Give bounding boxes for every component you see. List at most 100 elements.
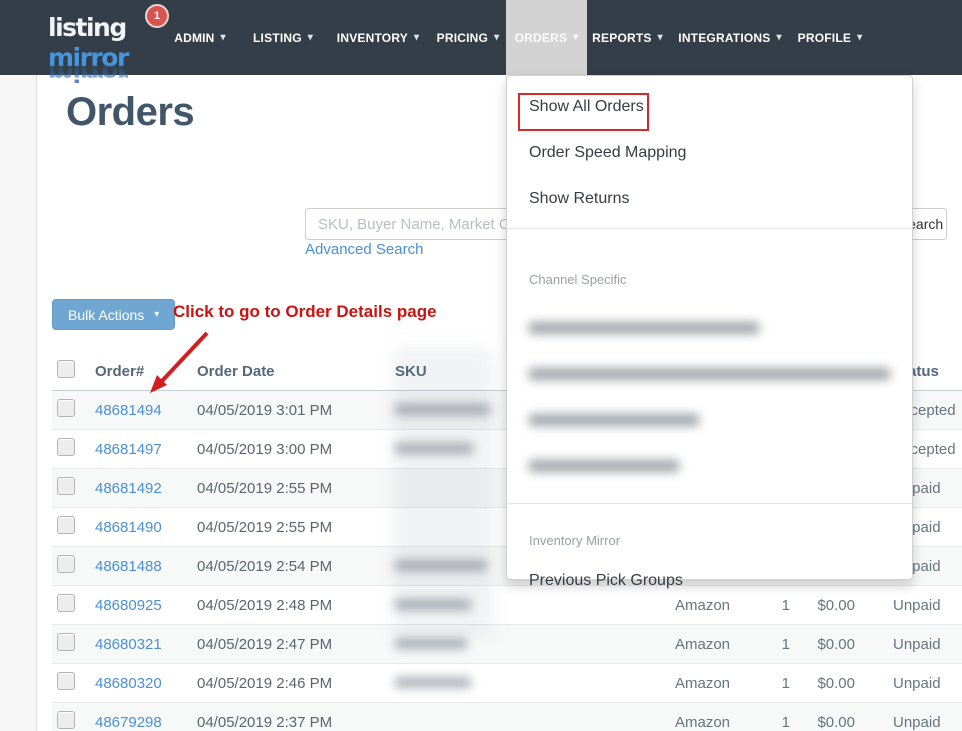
col-header-order: Order# bbox=[95, 362, 145, 380]
blurred-text bbox=[529, 368, 890, 380]
logo-reflection: mirror bbox=[48, 58, 128, 87]
dropdown-item-label: Previous Pick Groups bbox=[529, 572, 683, 589]
blurred-text bbox=[529, 460, 679, 472]
dropdown-item-show-returns[interactable]: Show Returns bbox=[507, 176, 912, 222]
dropdown-item-blurred[interactable] bbox=[507, 305, 912, 351]
table-row: 48680321 04/05/2019 2:47 PM Amazon 1 $0.00 Un… bbox=[52, 625, 962, 664]
order-link[interactable]: 48681497 bbox=[95, 441, 162, 458]
row-checkbox[interactable] bbox=[57, 711, 75, 729]
order-date: 04/05/2019 3:01 PM bbox=[197, 401, 333, 419]
page-title: Orders bbox=[66, 90, 195, 134]
checkbox-cell bbox=[52, 711, 95, 731]
sku-blurred-text bbox=[395, 559, 487, 571]
sku-blurred-text bbox=[395, 637, 467, 649]
order-status: Unpaid bbox=[893, 674, 941, 692]
logo-text-listing: listing bbox=[48, 13, 127, 42]
nav-item-orders[interactable]: ORDERS ▾ bbox=[506, 0, 587, 75]
order-date: 04/05/2019 2:47 PM bbox=[197, 635, 333, 653]
row-checkbox[interactable] bbox=[57, 516, 75, 534]
order-link[interactable]: 48681490 bbox=[95, 519, 162, 536]
order-link[interactable]: 48681488 bbox=[95, 558, 162, 575]
dropdown-item-order-speed-mapping[interactable]: Order Speed Mapping bbox=[507, 130, 912, 176]
nav-item-profile[interactable]: PROFILE ▾ bbox=[792, 0, 868, 75]
table-row: 48679298 04/05/2019 2:37 PM Amazon 1 $0.00 Un… bbox=[52, 703, 962, 731]
order-link[interactable]: 48680320 bbox=[95, 675, 162, 692]
sku-cell bbox=[395, 675, 660, 692]
nav-item-label: INVENTORY bbox=[336, 30, 408, 45]
marketplace: Amazon bbox=[675, 635, 731, 653]
price: $0.00 bbox=[817, 635, 855, 653]
select-all-checkbox[interactable] bbox=[57, 360, 75, 378]
sku-blurred-text bbox=[395, 403, 490, 415]
nav-item-inventory[interactable]: INVENTORY ▾ bbox=[326, 0, 430, 75]
checkbox-cell bbox=[52, 555, 95, 577]
dropdown-item-previous-pick-groups[interactable]: Previous Pick Groups bbox=[507, 558, 912, 604]
nav-item-label: INTEGRATIONS bbox=[678, 30, 771, 45]
checkbox-cell bbox=[52, 477, 95, 499]
order-link[interactable]: 48681494 bbox=[95, 402, 162, 419]
row-checkbox[interactable] bbox=[57, 438, 75, 456]
marketplace: Amazon bbox=[675, 713, 731, 731]
price: $0.00 bbox=[817, 713, 855, 731]
dropdown-item-blurred[interactable] bbox=[507, 443, 912, 489]
chevron-down-icon: ▾ bbox=[657, 32, 663, 43]
chevron-down-icon: ▾ bbox=[307, 32, 313, 43]
order-date: 04/05/2019 3:00 PM bbox=[197, 440, 333, 458]
nav-item-label: ORDERS bbox=[514, 30, 568, 45]
order-number-cell: 48681492 bbox=[95, 480, 197, 497]
dropdown-section-inventory-mirror: Inventory Mirror bbox=[529, 533, 621, 548]
nav-item-admin[interactable]: ADMIN ▾ bbox=[160, 0, 240, 75]
chevron-down-icon: ▾ bbox=[494, 32, 500, 43]
bulk-actions-button[interactable]: Bulk Actions ▾ bbox=[52, 299, 176, 330]
dropdown-item-blurred[interactable] bbox=[507, 351, 912, 397]
row-checkbox[interactable] bbox=[57, 672, 75, 690]
order-date: 04/05/2019 2:46 PM bbox=[197, 674, 333, 692]
chevron-down-icon: ▾ bbox=[413, 32, 420, 43]
dropdown-item-show-all-orders[interactable]: Show All Orders bbox=[507, 84, 912, 131]
main-nav: ADMIN ▾ LISTING ▾ INVENTORY ▾ PRICING ▾ ORDERS ▾ R… bbox=[160, 0, 868, 75]
bulk-actions-label: Bulk Actions bbox=[68, 306, 145, 323]
checkbox-cell bbox=[52, 516, 95, 538]
nav-item-pricing[interactable]: PRICING ▾ bbox=[430, 0, 506, 75]
row-checkbox[interactable] bbox=[57, 399, 75, 417]
row-checkbox[interactable] bbox=[57, 594, 75, 612]
order-date: 04/05/2019 2:55 PM bbox=[197, 518, 333, 536]
advanced-search-link[interactable]: Advanced Search bbox=[305, 241, 423, 258]
sku-blurred-text bbox=[395, 598, 471, 610]
quantity: 1 bbox=[781, 713, 790, 731]
order-link[interactable]: 48679298 bbox=[95, 714, 162, 731]
sku-cell bbox=[395, 636, 660, 653]
top-navbar: listingmirror mirror 1 ADMIN ▾ LISTING ▾ INVE… bbox=[0, 0, 962, 87]
checkbox-cell bbox=[52, 594, 95, 616]
divider bbox=[507, 228, 912, 229]
order-number-cell: 48680321 bbox=[95, 636, 197, 653]
dropdown-item-label: Show All Orders bbox=[529, 98, 644, 115]
nav-item-label: ADMIN bbox=[174, 30, 215, 45]
quantity: 1 bbox=[781, 635, 790, 653]
orders-dropdown-menu: Show All Orders Order Speed Mapping Show… bbox=[506, 75, 913, 589]
nav-item-integrations[interactable]: INTEGRATIONS ▾ bbox=[668, 0, 792, 75]
order-link[interactable]: 48680925 bbox=[95, 597, 162, 614]
nav-item-reports[interactable]: REPORTS ▾ bbox=[587, 0, 668, 75]
chevron-down-icon: ▾ bbox=[220, 32, 226, 43]
order-number-cell: 48680925 bbox=[95, 597, 197, 614]
order-link[interactable]: 48681492 bbox=[95, 480, 162, 497]
row-checkbox[interactable] bbox=[57, 633, 75, 651]
dropdown-item-label: Show Returns bbox=[529, 190, 630, 207]
annotation-text: Click to go to Order Details page bbox=[173, 302, 437, 321]
marketplace: Amazon bbox=[675, 674, 731, 692]
row-checkbox[interactable] bbox=[57, 555, 75, 573]
chevron-down-icon: ▾ bbox=[154, 309, 160, 320]
order-link[interactable]: 48680321 bbox=[95, 636, 162, 653]
dropdown-item-blurred[interactable] bbox=[507, 397, 912, 443]
order-status: Unpaid bbox=[893, 713, 941, 731]
row-checkbox[interactable] bbox=[57, 477, 75, 495]
nav-item-listing[interactable]: LISTING ▾ bbox=[240, 0, 326, 75]
app-logo[interactable]: listingmirror mirror 1 bbox=[48, 4, 178, 87]
checkbox-cell bbox=[52, 672, 95, 694]
nav-item-label: PRICING bbox=[436, 30, 489, 45]
chevron-down-icon: ▾ bbox=[776, 32, 782, 43]
orders-page: listingmirror mirror 1 ADMIN ▾ LISTING ▾ INVE… bbox=[0, 0, 962, 731]
order-number-cell: 48681497 bbox=[95, 441, 197, 458]
chevron-down-icon: ▾ bbox=[857, 32, 863, 43]
